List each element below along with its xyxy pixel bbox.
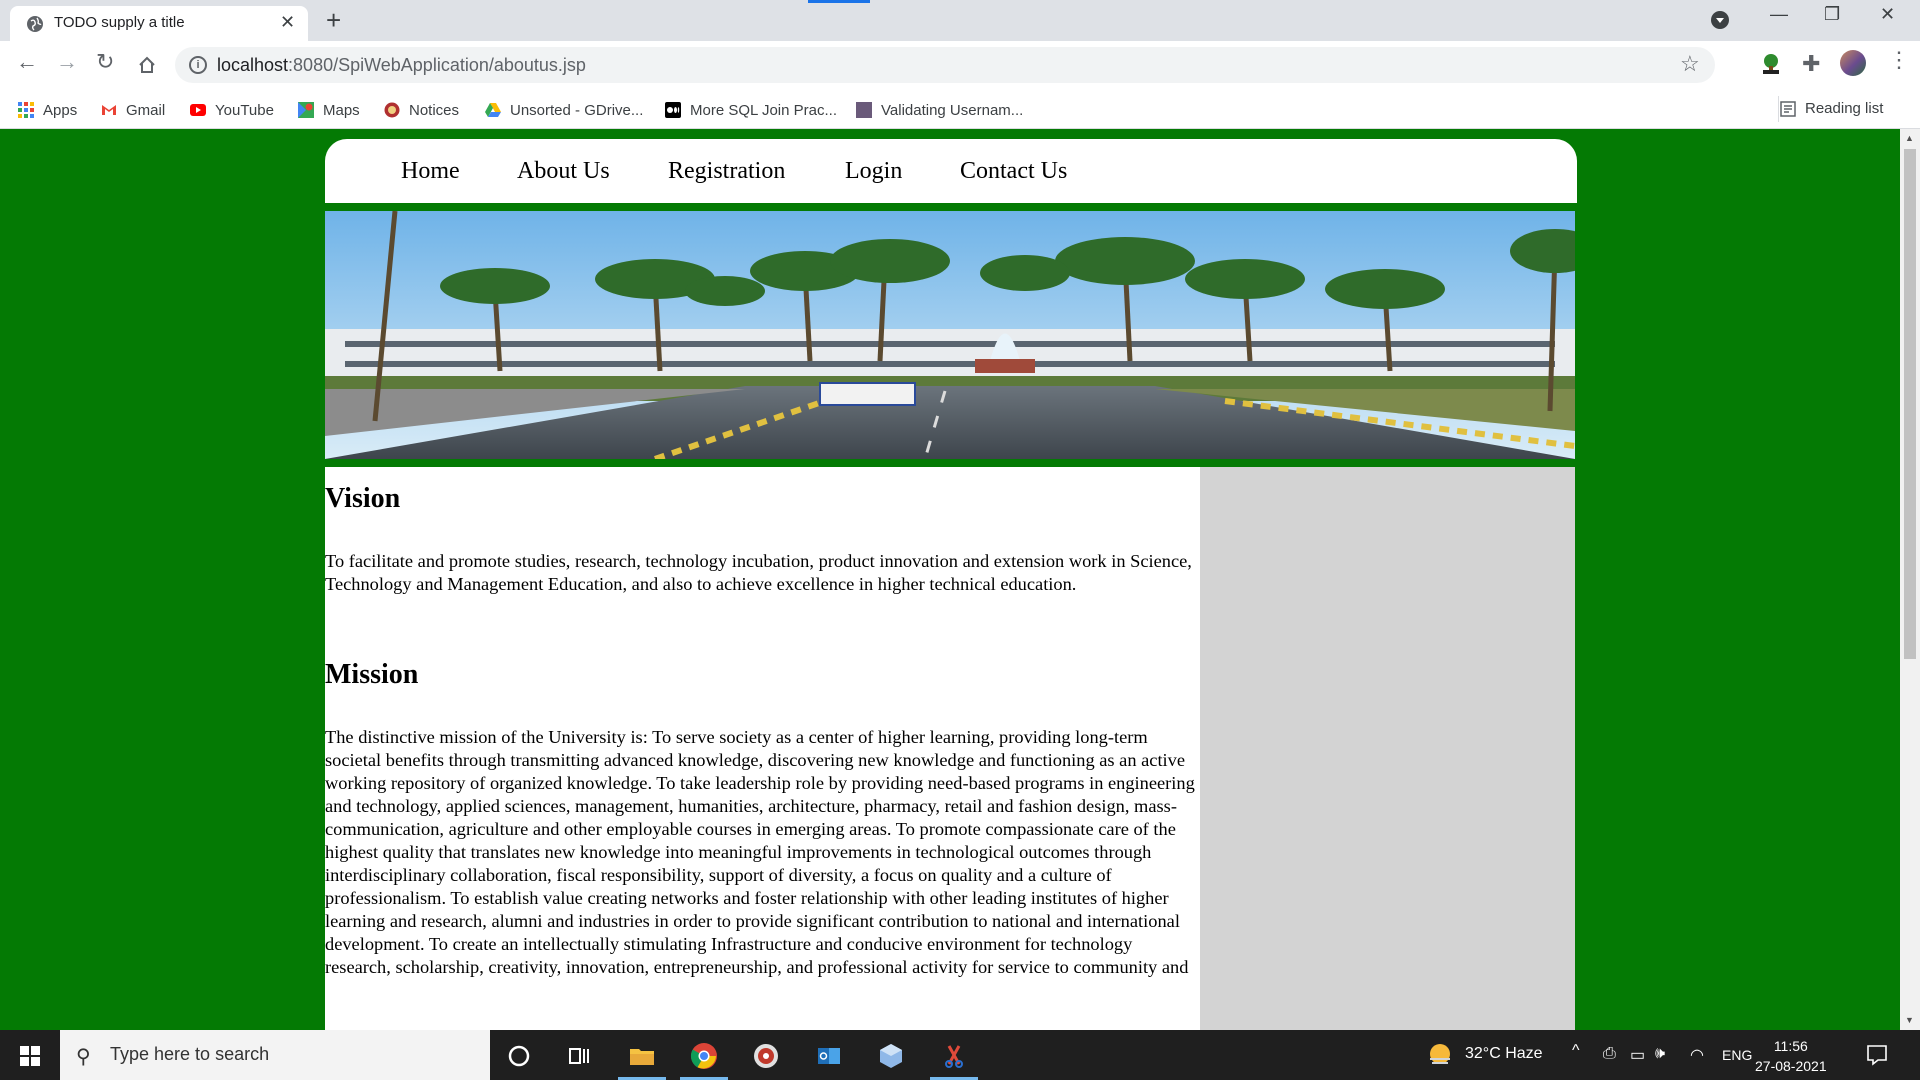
google-drive-icon (485, 103, 501, 117)
address-bar[interactable]: i localhost:8080/SpiWebApplication/about… (175, 47, 1715, 83)
bookmark-apps[interactable]: Apps (18, 100, 77, 120)
nav-contact-us-link[interactable]: Contact Us (960, 158, 1067, 185)
bookmark-gmail[interactable]: Gmail (101, 100, 165, 120)
volume-icon[interactable]: 🕪 (1655, 1045, 1665, 1063)
nav-home-link[interactable]: Home (401, 158, 460, 185)
close-tab-icon[interactable]: ✕ (280, 12, 295, 33)
tab-title: TODO supply a title (54, 14, 185, 31)
virtualbox-icon[interactable] (877, 1042, 905, 1070)
reading-list-button[interactable]: Reading list (1780, 100, 1883, 117)
bookmark-maps[interactable]: Maps (298, 100, 360, 120)
vision-heading: Vision (325, 483, 401, 514)
restore-button[interactable]: ❐ (1824, 4, 1840, 25)
right-sidebar (1200, 467, 1575, 1030)
clock-date: 27-08-2021 (1755, 1058, 1827, 1074)
url-text[interactable]: localhost:8080/SpiWebApplication/aboutus… (217, 55, 586, 76)
windows-taskbar: ⚲ Type here to search 32°C Haze ^ ⎙ ▭ 🕪 … (0, 1030, 1920, 1080)
taskbar-search-box[interactable]: ⚲ Type here to search (60, 1030, 490, 1080)
page-scrollbar[interactable]: ▲ ▼ (1900, 129, 1920, 1030)
search-icon: ⚲ (76, 1046, 91, 1068)
browser-title-bar: TODO supply a title ✕ + — ❐ ✕ (0, 0, 1920, 41)
windows-start-icon[interactable] (20, 1046, 40, 1066)
site-navigation: Home About Us Registration Login Contact… (325, 139, 1577, 203)
notification-center-icon[interactable] (1866, 1044, 1888, 1066)
nav-registration-link[interactable]: Registration (668, 158, 785, 185)
tab-strip-indicator (808, 0, 870, 3)
tray-expand-icon[interactable]: ^ (1572, 1042, 1580, 1060)
close-window-button[interactable]: ✕ (1880, 4, 1895, 25)
campus-banner-image (325, 211, 1575, 459)
bookmark-youtube[interactable]: YouTube (190, 100, 274, 120)
globe-icon (27, 16, 43, 32)
reading-list-icon (1780, 100, 1796, 117)
gmail-icon (102, 105, 116, 115)
profile-avatar[interactable] (1840, 50, 1866, 76)
scroll-down-arrow-icon[interactable]: ▼ (1905, 1015, 1914, 1025)
scrollbar-thumb[interactable] (1904, 149, 1916, 659)
tab-search-icon[interactable] (1711, 11, 1729, 29)
bookmarks-divider (1778, 96, 1779, 122)
nav-login-link[interactable]: Login (845, 158, 902, 185)
bookmarks-bar: Apps Gmail YouTube Maps Notices Unsorted… (0, 91, 1920, 129)
main-content: Vision To facilitate and promote studies… (325, 467, 1200, 1030)
apps-grid-icon (18, 102, 34, 118)
browser-tab[interactable]: TODO supply a title ✕ (10, 6, 308, 41)
scroll-up-arrow-icon[interactable]: ▲ (1905, 133, 1914, 143)
clock-time: 11:56 (1773, 1038, 1808, 1054)
taskbar-search-placeholder: Type here to search (110, 1044, 270, 1064)
maps-icon (298, 102, 314, 118)
system-clock[interactable]: 11:56 27-08-2021 (1755, 1036, 1827, 1076)
battery-icon[interactable]: ▭ (1630, 1045, 1645, 1065)
page-viewport: Home About Us Registration Login Contact… (0, 129, 1900, 1030)
cortana-icon[interactable] (505, 1042, 533, 1070)
new-tab-button[interactable]: + (326, 5, 341, 36)
weather-haze-icon[interactable] (1427, 1042, 1453, 1068)
bookmark-star-icon[interactable]: ☆ (1680, 51, 1700, 77)
vision-text: To facilitate and promote studies, resea… (325, 551, 1192, 594)
home-icon[interactable] (137, 55, 157, 75)
mission-heading: Mission (325, 659, 419, 690)
media-player-icon[interactable] (752, 1042, 780, 1070)
outlook-icon[interactable] (815, 1042, 843, 1070)
mission-text: The distinctive mission of the Universit… (325, 727, 1195, 977)
chrome-icon[interactable] (690, 1042, 718, 1070)
language-indicator[interactable]: ENG (1722, 1047, 1752, 1063)
forward-arrow-icon[interactable]: → (56, 49, 78, 75)
site-info-icon[interactable]: i (189, 56, 207, 74)
file-explorer-icon[interactable] (628, 1042, 656, 1070)
nav-about-us-link[interactable]: About Us (517, 158, 610, 185)
browser-toolbar: ← → ↻ i localhost:8080/SpiWebApplication… (0, 41, 1920, 91)
task-view-icon[interactable] (565, 1042, 593, 1070)
bookmark-gdrive[interactable]: Unsorted - GDrive... (485, 100, 643, 120)
youtube-icon (190, 104, 206, 116)
extensions-puzzle-icon[interactable]: ✚ (1802, 51, 1820, 77)
weather-text[interactable]: 32°C Haze (1465, 1045, 1543, 1063)
bookmark-validating[interactable]: Validating Usernam... (856, 100, 1023, 120)
browser-menu-icon[interactable]: ⋮ (1888, 47, 1910, 73)
reload-icon[interactable]: ↻ (96, 49, 114, 75)
snipping-tool-icon[interactable] (940, 1042, 968, 1070)
bookmark-notices[interactable]: Notices (384, 100, 459, 120)
page-thumbnail-icon (856, 102, 872, 118)
html-extension-icon[interactable] (1760, 53, 1782, 75)
bookmark-sql-join[interactable]: More SQL Join Prac... (665, 100, 837, 120)
back-arrow-icon[interactable]: ← (16, 49, 38, 75)
wifi-icon[interactable]: ◠ (1690, 1045, 1704, 1065)
meet-now-icon[interactable]: ⎙ (1603, 1045, 1616, 1063)
medium-icon (665, 102, 681, 118)
university-seal-icon (384, 102, 400, 118)
minimize-button[interactable]: — (1770, 4, 1788, 25)
